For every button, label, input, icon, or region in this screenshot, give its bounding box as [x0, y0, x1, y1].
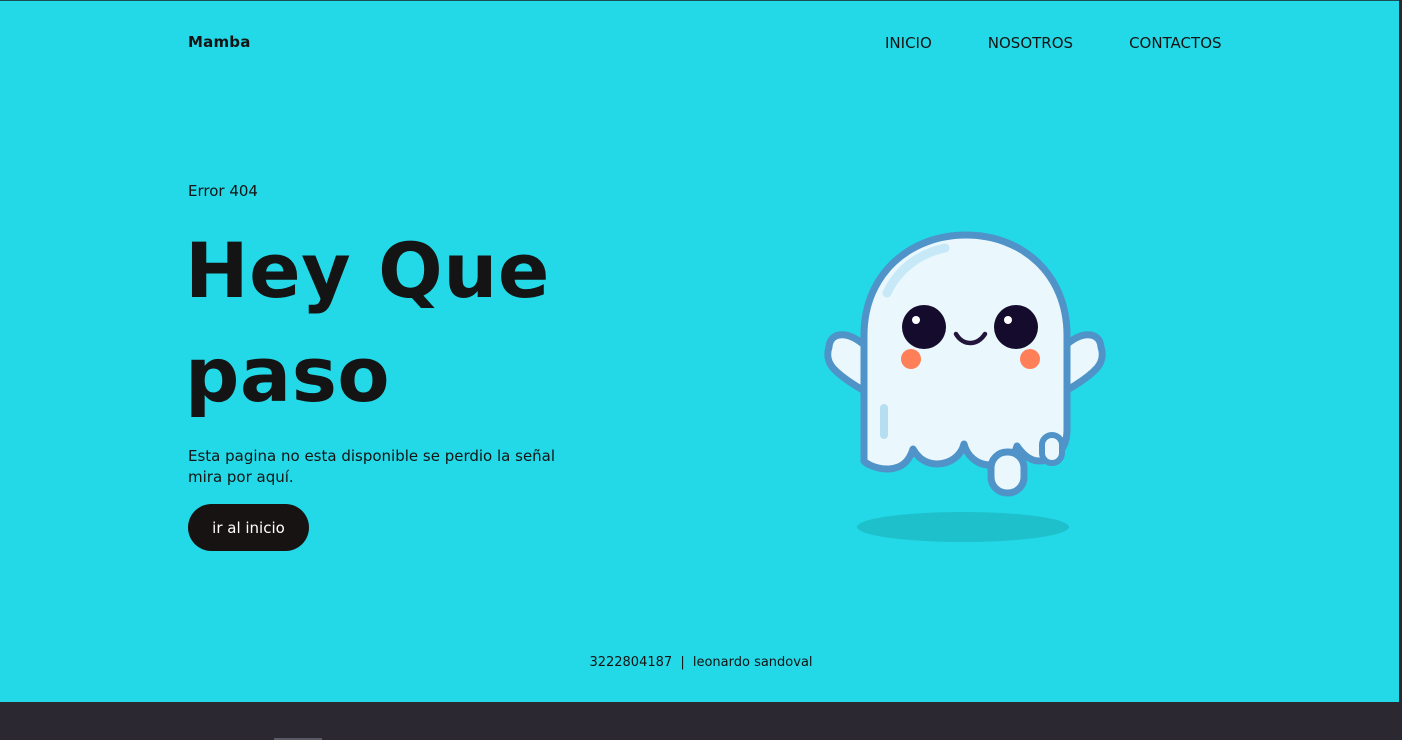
nav-nosotros[interactable]: NOSOTROS [988, 34, 1073, 52]
ghost-right-eye-sparkle [1004, 316, 1012, 324]
ghost-left-eye-sparkle [912, 316, 920, 324]
ghost-right-cheek [1020, 349, 1040, 369]
ghost-right-eye [994, 305, 1038, 349]
ghost-drip-small [1039, 432, 1065, 466]
footer-phone: 3222804187 [589, 655, 673, 670]
footer-separator: | [680, 655, 685, 670]
go-home-button[interactable]: ir al inicio [188, 504, 309, 551]
footer-author: leonardo sandoval [692, 655, 813, 670]
page-title: Hey Que paso [185, 219, 605, 427]
error-page: Mamba INICIO NOSOTROS CONTACTOS Error 40… [0, 0, 1402, 702]
error-description: Esta pagina no esta disponible se perdio… [188, 446, 588, 488]
page-title-line-1: Hey Que [185, 226, 550, 315]
error-description-line-1: Esta pagina no esta disponible se perdio… [188, 447, 556, 465]
error-code: Error 404 [188, 182, 258, 200]
brand-logo[interactable]: Mamba [188, 33, 251, 51]
ghost-left-eye [902, 305, 946, 349]
ghost-shadow [857, 512, 1069, 542]
nav-contactos[interactable]: CONTACTOS [1129, 34, 1221, 52]
ghost-drip-bottom [987, 448, 1028, 497]
ghost-illustration-icon [824, 231, 1106, 542]
main-navigation: INICIO NOSOTROS CONTACTOS [885, 34, 1222, 52]
page-title-line-2: paso [185, 330, 391, 419]
footer-contact: 3222804187 | leonardo sandoval [0, 655, 1402, 670]
error-description-line-2: mira por aquí. [188, 468, 294, 486]
ghost-left-cheek [901, 349, 921, 369]
nav-inicio[interactable]: INICIO [885, 34, 932, 52]
